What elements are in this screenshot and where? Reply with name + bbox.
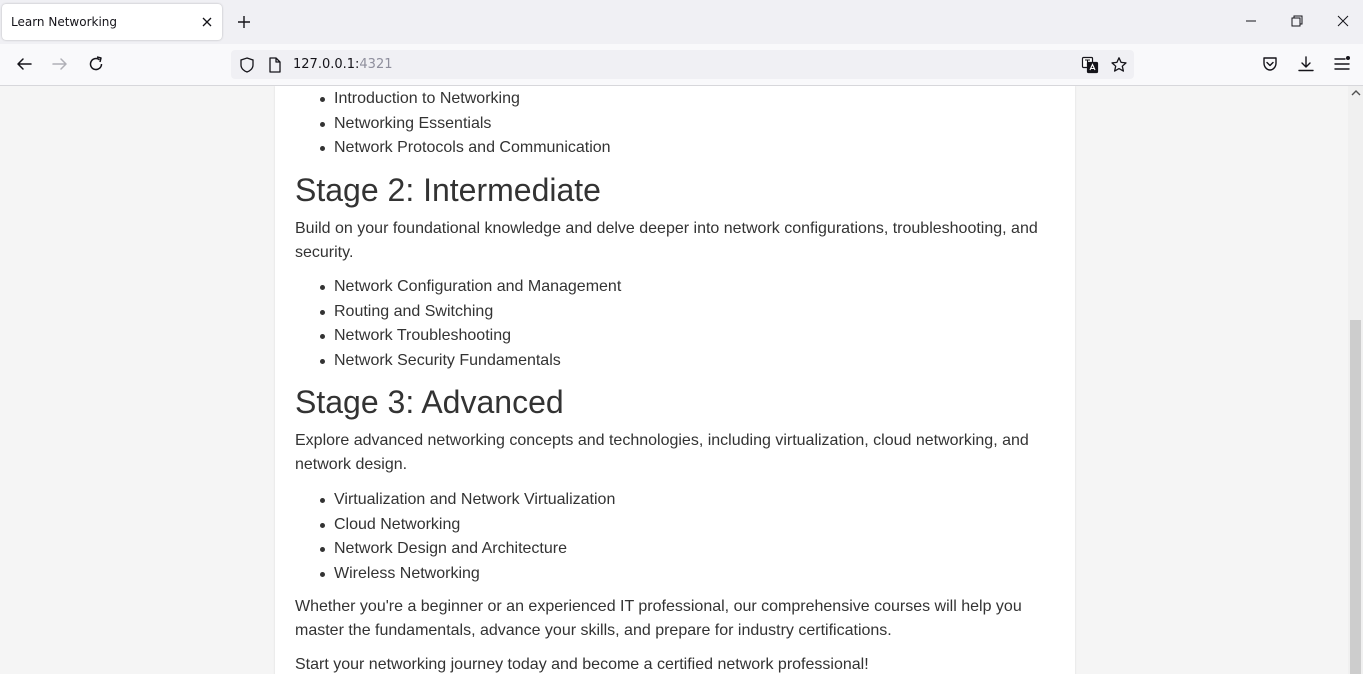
stage3-description: Explore advanced networking concepts and… (295, 432, 1029, 473)
restore-icon[interactable] (1290, 14, 1304, 28)
minimize-icon[interactable] (1244, 14, 1258, 28)
translate-icon[interactable] (1081, 56, 1099, 74)
list-item: Network Troubleshooting (315, 324, 621, 349)
close-window-icon[interactable] (1336, 14, 1350, 28)
list-item: Networking Essentials (315, 112, 611, 137)
stage1-topic-list: Introduction to Networking Networking Es… (315, 87, 611, 161)
page-icon[interactable] (266, 56, 284, 74)
stage3-heading: Stage 3: Advanced (295, 384, 564, 420)
closing-paragraph: Whether you're a beginner or an experien… (295, 598, 1022, 639)
list-item: Virtualization and Network Virtualizatio… (315, 488, 615, 513)
stage3-topic-list: Virtualization and Network Virtualizatio… (315, 488, 615, 586)
new-tab-icon[interactable] (236, 14, 252, 30)
url-bar[interactable]: 127.0.0.1:4321 (231, 50, 1134, 79)
list-item: Network Security Fundamentals (315, 349, 621, 374)
list-item: Network Protocols and Communication (315, 136, 611, 161)
cta-paragraph: Start your networking journey today and … (295, 656, 869, 673)
page-viewport: Introduction to Networking Networking Es… (0, 86, 1363, 674)
list-item: Routing and Switching (315, 300, 621, 325)
tab-title: Learn Networking (11, 15, 118, 29)
stage2-description: Build on your foundational knowledge and… (295, 220, 1038, 261)
scroll-up-arrow-icon[interactable] (1351, 88, 1361, 98)
hamburger-menu-icon[interactable] (1333, 55, 1351, 73)
stage2-heading: Stage 2: Intermediate (295, 172, 601, 208)
stage2-topic-list: Network Configuration and Management Rou… (315, 275, 621, 373)
url-text[interactable]: 127.0.0.1:4321 (293, 57, 393, 72)
url-host: 127.0.0.1: (293, 57, 360, 72)
vertical-scrollbar-thumb[interactable] (1350, 320, 1361, 674)
list-item: Introduction to Networking (315, 87, 611, 112)
list-item: Network Design and Architecture (315, 537, 615, 562)
content-container: Introduction to Networking Networking Es… (275, 86, 1075, 674)
active-tab[interactable]: Learn Networking (2, 4, 222, 40)
list-item: Wireless Networking (315, 562, 615, 587)
list-item: Network Configuration and Management (315, 275, 621, 300)
url-port: 4321 (359, 57, 393, 72)
forward-arrow-icon[interactable] (51, 55, 69, 73)
back-arrow-icon[interactable] (15, 55, 33, 73)
reload-icon[interactable] (87, 55, 105, 73)
navigation-toolbar: 127.0.0.1:4321 (0, 44, 1363, 86)
shield-icon[interactable] (238, 56, 256, 74)
list-item: Cloud Networking (315, 513, 615, 538)
star-icon[interactable] (1110, 56, 1128, 74)
download-icon[interactable] (1297, 55, 1315, 73)
tab-strip: Learn Networking (0, 0, 1363, 44)
close-tab-icon[interactable] (200, 15, 214, 29)
pocket-icon[interactable] (1261, 55, 1279, 73)
